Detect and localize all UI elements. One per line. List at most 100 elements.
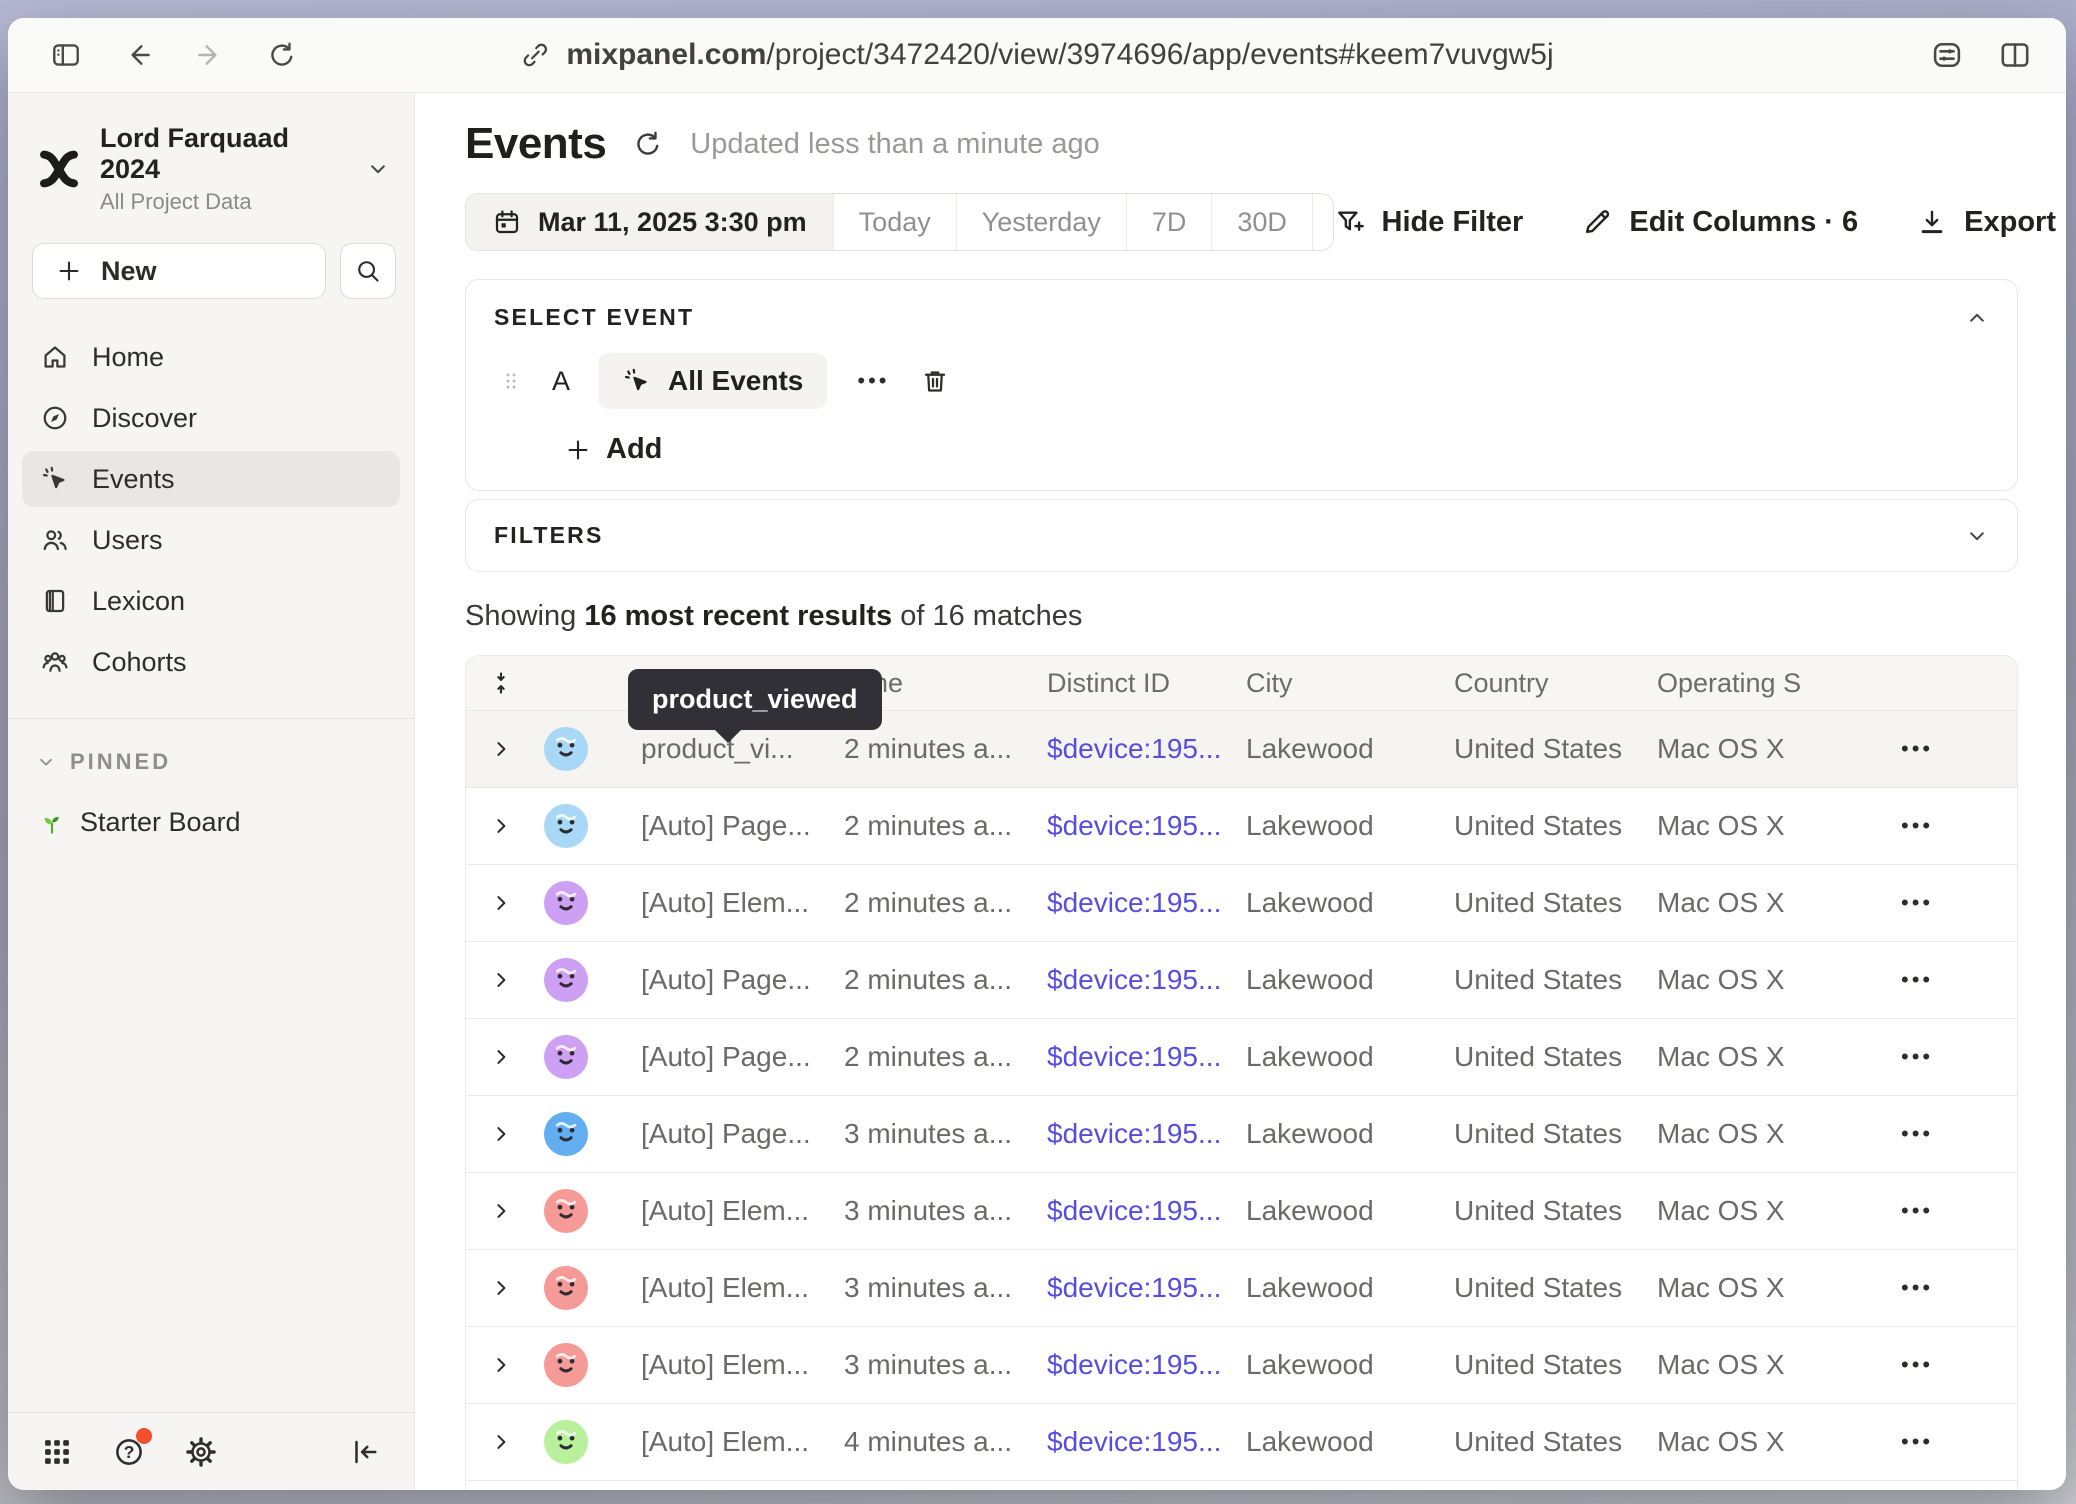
row-more-button[interactable]: ••• bbox=[1887, 967, 2017, 993]
help-button[interactable] bbox=[112, 1435, 146, 1469]
expand-row-icon[interactable] bbox=[488, 1352, 514, 1378]
table-row[interactable]: [Auto] Elem... 3 minutes a... $device:19… bbox=[466, 1250, 2017, 1327]
sidebar-item-home[interactable]: Home bbox=[22, 329, 400, 385]
expand-row-icon[interactable] bbox=[488, 967, 514, 993]
back-icon[interactable] bbox=[122, 39, 154, 71]
distinct-id-link[interactable]: $device:195... bbox=[1047, 1195, 1246, 1227]
add-event-button[interactable]: Add bbox=[564, 433, 1989, 466]
distinct-id-link[interactable]: $device:195... bbox=[1047, 1118, 1246, 1150]
sidebar-item-discover[interactable]: Discover bbox=[22, 390, 400, 446]
table-row[interactable]: [Auto] Elem... 3 minutes a... $device:19… bbox=[466, 1173, 2017, 1250]
distinct-id-link[interactable]: $device:195... bbox=[1047, 733, 1246, 765]
row-more-button[interactable]: ••• bbox=[1887, 1429, 2017, 1455]
preset-30d[interactable]: 30D bbox=[1211, 194, 1312, 250]
sidebar-item-lexicon[interactable]: Lexicon bbox=[22, 573, 400, 629]
column-header-distinct-id[interactable]: Distinct ID bbox=[1047, 668, 1246, 699]
table-row[interactable]: [Auto] Page... 2 minutes a... $device:19… bbox=[466, 1019, 2017, 1096]
city-cell: Lakewood bbox=[1246, 964, 1454, 996]
event-more-button[interactable]: ••• bbox=[851, 368, 895, 394]
event-name-cell[interactable]: [Auto] Page... bbox=[616, 810, 844, 842]
event-name-cell[interactable]: [Auto] Elem... bbox=[616, 1349, 844, 1381]
event-name-cell[interactable]: [Auto] Elem... bbox=[616, 1426, 844, 1458]
row-more-button[interactable]: ••• bbox=[1887, 813, 2017, 839]
column-header-country[interactable]: Country bbox=[1454, 668, 1657, 699]
row-more-button[interactable]: ••• bbox=[1887, 1121, 2017, 1147]
drag-handle-icon[interactable] bbox=[498, 368, 524, 394]
collapse-sidebar-icon[interactable] bbox=[348, 1435, 382, 1469]
trash-icon[interactable] bbox=[920, 366, 950, 396]
preset-3m[interactable]: 3M bbox=[1312, 194, 1334, 250]
distinct-id-link[interactable]: $device:195... bbox=[1047, 887, 1246, 919]
distinct-id-link[interactable]: $device:195... bbox=[1047, 1349, 1246, 1381]
expand-row-icon[interactable] bbox=[488, 1198, 514, 1224]
hide-filter-button[interactable]: Hide Filter bbox=[1334, 206, 1524, 239]
pinned-item-label: Starter Board bbox=[80, 807, 241, 838]
expand-row-icon[interactable] bbox=[488, 1044, 514, 1070]
address-bar[interactable]: mixpanel.com/project/3472420/view/397469… bbox=[520, 38, 1553, 72]
sidebar-item-starter-board[interactable]: Starter Board bbox=[8, 807, 414, 838]
sidebar-item-users[interactable]: Users bbox=[22, 512, 400, 568]
apps-grid-icon[interactable] bbox=[40, 1435, 74, 1469]
preset-yesterday[interactable]: Yesterday bbox=[956, 194, 1126, 250]
expand-row-icon[interactable] bbox=[488, 1121, 514, 1147]
event-name-cell[interactable]: [Auto] Elem... bbox=[616, 887, 844, 919]
sidebar-item-label: Discover bbox=[92, 403, 197, 434]
sidebar-toggle-icon[interactable] bbox=[50, 39, 82, 71]
column-header-city[interactable]: City bbox=[1246, 668, 1454, 699]
settings-gear-icon[interactable] bbox=[184, 1435, 218, 1469]
reload-icon[interactable] bbox=[266, 39, 298, 71]
event-name-cell[interactable]: [Auto] Elem... bbox=[616, 1195, 844, 1227]
preset-today[interactable]: Today bbox=[833, 194, 956, 250]
row-more-button[interactable]: ••• bbox=[1887, 1044, 2017, 1070]
distinct-id-link[interactable]: $device:195... bbox=[1047, 1426, 1246, 1458]
table-row[interactable]: [Auto] Elem... 3 minutes a... $device:19… bbox=[466, 1327, 2017, 1404]
link-icon bbox=[520, 40, 550, 70]
column-header-os[interactable]: Operating S bbox=[1657, 668, 1887, 699]
forward-icon[interactable] bbox=[194, 39, 226, 71]
distinct-id-link[interactable]: $device:195... bbox=[1047, 964, 1246, 996]
new-button[interactable]: New bbox=[32, 243, 326, 299]
row-more-button[interactable]: ••• bbox=[1887, 1198, 2017, 1224]
search-button[interactable] bbox=[340, 243, 396, 299]
distinct-id-link[interactable]: $device:195... bbox=[1047, 810, 1246, 842]
export-button[interactable]: Export bbox=[1916, 206, 2056, 239]
row-more-button[interactable]: ••• bbox=[1887, 890, 2017, 916]
pinned-section-header[interactable]: PINNED bbox=[8, 749, 414, 775]
date-picker[interactable]: Mar 11, 2025 3:30 pm bbox=[466, 194, 833, 250]
distinct-id-link[interactable]: $device:195... bbox=[1047, 1041, 1246, 1073]
expand-row-icon[interactable] bbox=[488, 813, 514, 839]
row-more-button[interactable]: ••• bbox=[1887, 736, 2017, 762]
select-event-panel: SELECT EVENT A All Events ••• Add bbox=[465, 279, 2018, 491]
distinct-id-link[interactable]: $device:195... bbox=[1047, 1272, 1246, 1304]
event-avatar bbox=[544, 804, 588, 848]
workspace-switcher[interactable]: Lord Farquaad 2024 All Project Data bbox=[36, 123, 392, 215]
event-name-cell[interactable]: [Auto] Page... bbox=[616, 1041, 844, 1073]
event-selector-chip[interactable]: All Events bbox=[598, 353, 827, 409]
event-name-cell[interactable]: [Auto] Page... bbox=[616, 964, 844, 996]
refresh-icon[interactable] bbox=[632, 128, 664, 160]
sidebar-item-cohorts[interactable]: Cohorts bbox=[22, 634, 400, 690]
expand-row-icon[interactable] bbox=[488, 890, 514, 916]
row-more-button[interactable]: ••• bbox=[1887, 1352, 2017, 1378]
city-cell: Lakewood bbox=[1246, 887, 1454, 919]
expand-row-icon[interactable] bbox=[488, 736, 514, 762]
expand-row-icon[interactable] bbox=[488, 1275, 514, 1301]
table-row[interactable]: [Auto] Page... 3 minutes a... $device:19… bbox=[466, 1096, 2017, 1173]
split-view-icon[interactable] bbox=[1998, 38, 2032, 72]
preset-7d[interactable]: 7D bbox=[1126, 194, 1212, 250]
table-row[interactable]: [Auto] Elem... 2 minutes a... $device:19… bbox=[466, 865, 2017, 942]
expand-panel-icon[interactable] bbox=[1963, 522, 1991, 550]
page-settings-icon[interactable] bbox=[1930, 38, 1964, 72]
table-row[interactable]: [Auto] Page... 2 minutes a... $device:19… bbox=[466, 788, 2017, 865]
table-row[interactable] bbox=[466, 1481, 2017, 1490]
event-name-cell[interactable]: [Auto] Page... bbox=[616, 1118, 844, 1150]
table-row[interactable]: [Auto] Page... 2 minutes a... $device:19… bbox=[466, 942, 2017, 1019]
collapse-all-rows-icon[interactable] bbox=[487, 669, 515, 697]
edit-columns-button[interactable]: Edit Columns · 6 bbox=[1581, 206, 1858, 239]
expand-row-icon[interactable] bbox=[488, 1429, 514, 1455]
sidebar-item-events[interactable]: Events bbox=[22, 451, 400, 507]
table-row[interactable]: [Auto] Elem... 4 minutes a... $device:19… bbox=[466, 1404, 2017, 1481]
row-more-button[interactable]: ••• bbox=[1887, 1275, 2017, 1301]
collapse-panel-icon[interactable] bbox=[1963, 304, 1991, 332]
event-name-cell[interactable]: [Auto] Elem... bbox=[616, 1272, 844, 1304]
